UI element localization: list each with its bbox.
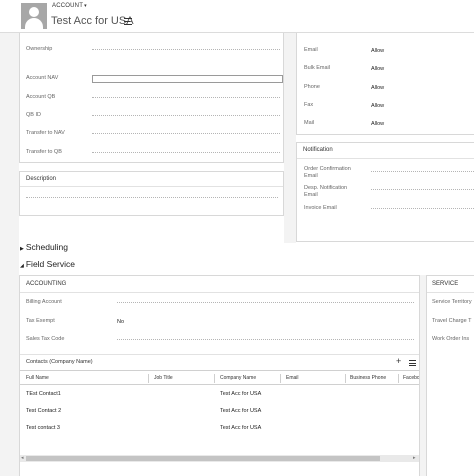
left-gutter bbox=[0, 33, 19, 476]
notif-label-order-confirmation: Order Confirmation bbox=[304, 166, 351, 172]
field-label-billing-account: Billing Account bbox=[26, 299, 62, 305]
account-qb-field[interactable] bbox=[92, 97, 280, 98]
grid-view-icon[interactable] bbox=[409, 360, 416, 366]
service-label-travel-charge: Travel Charge T bbox=[432, 318, 472, 324]
contact-company[interactable]: Test Acc for USA bbox=[220, 408, 261, 414]
section-scheduling-label: Scheduling bbox=[25, 242, 68, 252]
qb-id-field[interactable] bbox=[92, 115, 280, 116]
account-nav-input[interactable] bbox=[92, 75, 283, 83]
field-label-transfer-qb: Transfer to QB bbox=[26, 149, 62, 155]
contact-full-name[interactable]: Test contact 3 bbox=[26, 425, 60, 431]
field-label-ownership: Ownership bbox=[26, 46, 53, 52]
section-field-service[interactable]: ◢ Field Service bbox=[20, 259, 75, 269]
accounting-title: ACCOUNTING bbox=[26, 281, 67, 287]
pref-label-email: Email bbox=[304, 47, 318, 53]
column-separator bbox=[214, 374, 215, 383]
field-label-account-nav: Account NAV bbox=[26, 75, 59, 81]
divider bbox=[20, 354, 419, 355]
scroll-left-icon[interactable]: ◂ bbox=[21, 456, 24, 461]
form-menu-icon[interactable] bbox=[124, 18, 132, 25]
sales-tax-code-field[interactable] bbox=[117, 339, 414, 340]
pref-label-phone: Phone bbox=[304, 84, 320, 90]
add-contact-icon[interactable]: + bbox=[396, 357, 401, 366]
tax-exempt-value[interactable]: No bbox=[117, 319, 124, 325]
service-title: SERVICE bbox=[432, 281, 459, 287]
column-facebook[interactable]: Facebo bbox=[403, 375, 419, 381]
service-label-territory: Service Territory bbox=[432, 299, 472, 305]
account-avatar[interactable] bbox=[21, 3, 47, 29]
pref-label-fax: Fax bbox=[304, 102, 314, 108]
notification-card bbox=[296, 142, 474, 242]
column-separator bbox=[148, 374, 149, 383]
entity-label: ACCOUNT bbox=[52, 3, 84, 9]
pref-value-email[interactable]: Allow bbox=[371, 48, 384, 54]
description-field[interactable] bbox=[26, 197, 278, 198]
ownership-field[interactable] bbox=[92, 49, 280, 50]
avatar-head bbox=[29, 7, 39, 17]
divider bbox=[20, 292, 419, 293]
pref-label-mail: Mail bbox=[304, 120, 315, 126]
entity-switcher[interactable]: ACCOUNT▾ bbox=[52, 3, 87, 9]
transfer-qb-field[interactable] bbox=[92, 152, 280, 153]
scrollbar-thumb[interactable] bbox=[26, 456, 380, 461]
column-full-name[interactable]: Full Name bbox=[26, 375, 49, 381]
billing-account-field[interactable] bbox=[117, 302, 414, 303]
notif-label-invoice-email: Invoice Email bbox=[304, 205, 337, 211]
section-scheduling[interactable]: ▶ Scheduling bbox=[20, 242, 68, 252]
column-gutter bbox=[284, 33, 296, 243]
invoice-email-field[interactable] bbox=[371, 208, 474, 209]
expand-arrow-icon: ▶ bbox=[20, 246, 24, 252]
order-confirmation-email-field[interactable] bbox=[371, 171, 474, 172]
divider bbox=[297, 158, 474, 159]
record-header: ACCOUNT▾ Test Acc for USA bbox=[0, 0, 474, 33]
column-email[interactable]: Email bbox=[286, 375, 299, 381]
field-label-tax-exempt: Tax Exempt bbox=[26, 318, 55, 324]
notif-label-order-confirmation-2: Email bbox=[304, 173, 318, 179]
chevron-down-icon: ▾ bbox=[84, 3, 87, 9]
divider bbox=[20, 186, 283, 187]
section-field-service-label: Field Service bbox=[25, 259, 75, 269]
pref-value-phone[interactable]: Allow bbox=[371, 85, 384, 91]
scroll-right-icon[interactable]: ▸ bbox=[413, 456, 416, 461]
contact-full-name[interactable]: Test Contact 2 bbox=[26, 408, 61, 414]
pref-value-bulk-email[interactable]: Allow bbox=[371, 66, 384, 72]
column-separator bbox=[280, 374, 281, 383]
description-card bbox=[19, 171, 284, 216]
description-title: Description bbox=[26, 176, 57, 182]
notification-title: Notification bbox=[303, 147, 333, 153]
contact-preferences-card bbox=[296, 33, 474, 135]
pref-value-mail[interactable]: Allow bbox=[371, 121, 384, 127]
column-business-phone[interactable]: Business Phone bbox=[350, 375, 386, 381]
pref-label-bulk-email: Bulk Email bbox=[304, 65, 330, 71]
field-label-account-qb: Account QB bbox=[26, 94, 56, 100]
divider bbox=[20, 370, 419, 371]
collapse-arrow-icon: ◢ bbox=[20, 263, 24, 269]
transfer-nav-field[interactable] bbox=[92, 133, 280, 134]
contact-full-name[interactable]: TEst Contact1 bbox=[26, 391, 61, 397]
desp-notification-email-field[interactable] bbox=[371, 189, 474, 190]
record-title: Test Acc for USA bbox=[51, 15, 134, 27]
contact-company[interactable]: Test Acc for USA bbox=[220, 425, 261, 431]
column-company-name[interactable]: Company Name bbox=[220, 375, 256, 381]
field-label-sales-tax-code: Sales Tax Code bbox=[26, 336, 65, 342]
divider bbox=[20, 384, 419, 385]
field-label-qb-id: QB ID bbox=[26, 112, 41, 118]
avatar-body bbox=[25, 18, 43, 29]
divider bbox=[427, 292, 474, 293]
column-job-title[interactable]: Job Title bbox=[154, 375, 173, 381]
service-label-work-order: Work Order Ins bbox=[432, 336, 470, 342]
contact-company[interactable]: Test Acc for USA bbox=[220, 391, 261, 397]
service-card bbox=[426, 275, 474, 476]
details-card bbox=[19, 33, 284, 163]
column-separator bbox=[345, 374, 346, 383]
notif-label-desp-notification-2: Email bbox=[304, 192, 318, 198]
pref-value-fax[interactable]: Allow bbox=[371, 103, 384, 109]
notif-label-desp-notification: Desp. Notification bbox=[304, 185, 348, 191]
contacts-grid-title: Contacts (Company Name) bbox=[26, 359, 93, 365]
column-separator bbox=[398, 374, 399, 383]
field-label-transfer-nav: Transfer to NAV bbox=[26, 130, 65, 136]
